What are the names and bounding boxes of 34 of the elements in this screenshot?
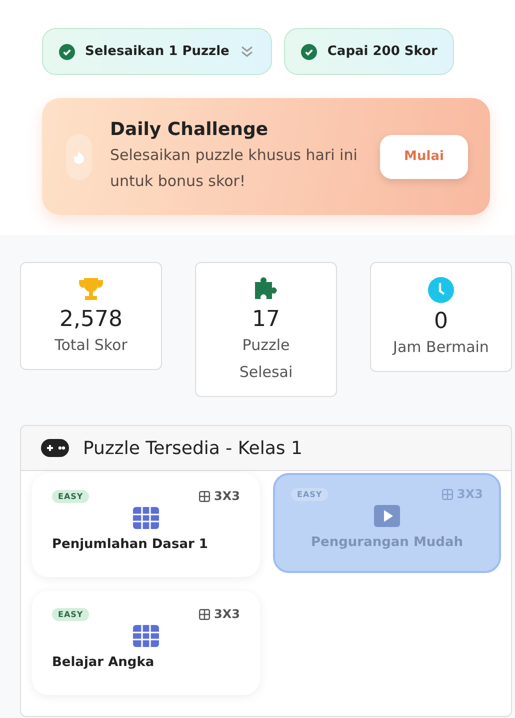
grid-icon <box>442 488 454 500</box>
stat-value: 2,578 <box>60 307 122 332</box>
difficulty-badge: EASY <box>291 488 328 500</box>
grid-size: 3X3 <box>199 489 240 503</box>
flame-icon <box>66 134 92 180</box>
stat-label: Puzzle Selesai <box>238 335 294 383</box>
check-circle-icon <box>301 44 318 60</box>
gamepad-icon <box>41 439 69 457</box>
challenge-title: Daily Challenge <box>110 119 270 140</box>
difficulty-badge: EASY <box>52 490 90 502</box>
grid-icon <box>199 490 210 502</box>
section-title: Puzzle Tersedia - Kelas 1 <box>83 438 302 458</box>
grid-icon <box>133 625 159 647</box>
goal-label: Capai 200 Skor <box>327 44 438 59</box>
film-play-icon <box>374 505 400 527</box>
stat-label: Jam Bermain <box>393 337 489 358</box>
grid-icon <box>133 507 159 529</box>
puzzle-name: Pengurangan Mudah <box>310 535 464 550</box>
trophy-icon <box>78 277 104 301</box>
grid-size: 3X3 <box>199 607 240 621</box>
puzzle-name: Penjumlahan Dasar 1 <box>52 537 209 552</box>
challenge-description: Selesaikan puzzle khusus hari ini untuk bonus skor! <box>110 145 358 192</box>
grid-icon <box>199 608 210 620</box>
clock-icon <box>428 277 454 303</box>
stat-value: 0 <box>434 309 448 334</box>
check-circle-icon <box>59 44 75 60</box>
puzzle-card[interactable]: EASY 3X3 Penjumlahan Dasar 1 <box>32 473 260 577</box>
goal-label: Selesaikan 1 Puzzle <box>85 44 230 59</box>
puzzle-piece-icon <box>253 277 279 301</box>
puzzle-card[interactable]: EASY 3X3 Belajar Angka <box>32 591 260 695</box>
stat-value: 17 <box>252 307 280 332</box>
difficulty-badge: EASY <box>52 608 90 620</box>
stat-label: Total Skor <box>54 335 128 356</box>
puzzle-name: Belajar Angka <box>52 655 156 670</box>
